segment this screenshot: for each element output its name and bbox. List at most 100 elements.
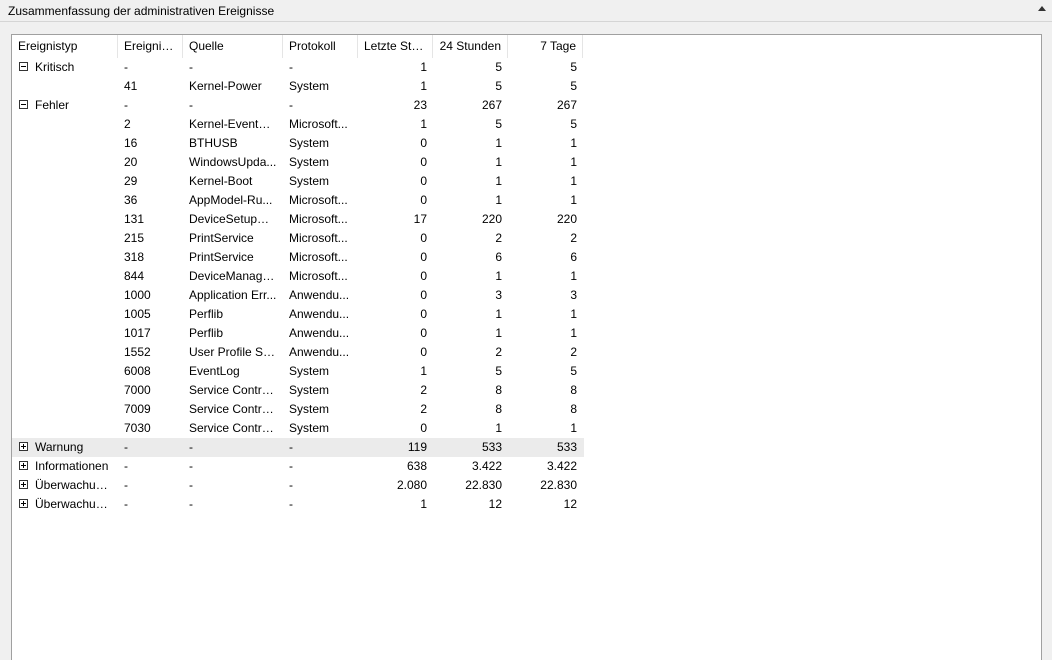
table-row[interactable]: 7000 Service Contro... System 2 8 8 bbox=[12, 381, 584, 400]
source-cell: AppModel-Ru... bbox=[189, 193, 273, 207]
event-type-cell bbox=[12, 248, 118, 267]
column-header-event-id[interactable]: Ereignis... bbox=[118, 35, 183, 58]
last-hour-cell: 119 bbox=[407, 440, 427, 454]
day-count-cell: 1 bbox=[495, 155, 502, 169]
event-summary-table: Ereignistyp Ereignis... Quelle Protokoll… bbox=[12, 35, 584, 514]
log-cell: System bbox=[289, 174, 330, 188]
day-count-cell: 267 bbox=[481, 98, 502, 112]
log-cell: System bbox=[289, 383, 330, 397]
table-row[interactable]: 6008 EventLog System 1 5 5 bbox=[12, 362, 584, 381]
event-id-cell: 844 bbox=[124, 269, 145, 283]
week-count-cell: 533 bbox=[556, 440, 577, 454]
table-row[interactable]: 7009 Service Contro... System 2 8 8 bbox=[12, 400, 584, 419]
source-cell: PrintService bbox=[189, 231, 254, 245]
chevron-up-icon[interactable] bbox=[1038, 6, 1046, 11]
source-cell: Kernel-Boot bbox=[189, 174, 253, 188]
week-count-cell: 12 bbox=[563, 497, 577, 511]
week-count-cell: 3.422 bbox=[546, 459, 577, 473]
table-row[interactable]: 7030 Service Contro... System 0 1 1 bbox=[12, 419, 584, 438]
table-group-row[interactable]: Fehler - - - 23 267 267 bbox=[12, 96, 584, 115]
table-group-row[interactable]: Überwachun... - - -1 12 12 bbox=[12, 495, 584, 514]
column-header-24-hours[interactable]: 24 Stunden bbox=[433, 35, 508, 58]
column-header-7-days[interactable]: 7 Tage bbox=[508, 35, 583, 58]
last-hour-cell: 638 bbox=[406, 459, 427, 473]
table-row[interactable]: 2 Kernel-EventTr... Microsoft... 1 5 5 bbox=[12, 115, 584, 134]
table-row[interactable]: 318 PrintService Microsoft... 0 6 6 bbox=[12, 248, 584, 267]
table-row[interactable]: 215 PrintService Microsoft... 0 2 2 bbox=[12, 229, 584, 248]
last-hour-cell: 1 bbox=[420, 364, 427, 378]
table-row[interactable]: 1000 Application Err... Anwendu... 0 3 3 bbox=[12, 286, 584, 305]
column-header-event-type[interactable]: Ereignistyp bbox=[12, 35, 118, 58]
last-hour-cell: 1 bbox=[420, 60, 427, 74]
day-count-cell: 8 bbox=[495, 383, 502, 397]
last-hour-cell: 2.080 bbox=[396, 478, 427, 492]
log-cell: System bbox=[289, 364, 330, 378]
table-row[interactable]: 131 DeviceSetupM... Microsoft... 17 220 220 bbox=[12, 210, 584, 229]
table-body: Kritisch - - - 1 5 5 41 Kernel-Power System 1 5 5 Feh… bbox=[12, 58, 584, 514]
event-id-cell: 215 bbox=[124, 231, 145, 245]
day-count-cell: 1 bbox=[495, 421, 502, 435]
last-hour-cell: 0 bbox=[420, 326, 427, 340]
last-hour-cell: 2 bbox=[420, 402, 427, 416]
last-hour-cell: 0 bbox=[420, 345, 427, 359]
week-count-cell: 1 bbox=[570, 136, 577, 150]
table-row[interactable]: 16 BTHUSB System 0 1 1 bbox=[12, 134, 584, 153]
day-count-cell: 1 bbox=[495, 326, 502, 340]
last-hour-cell: 0 bbox=[420, 231, 427, 245]
log-cell: Anwendu... bbox=[289, 345, 350, 359]
day-count-cell: 1 bbox=[495, 136, 502, 150]
table-group-row[interactable]: Warnung - - - 119 533 533 bbox=[12, 438, 584, 457]
table-group-row[interactable]: Überwachun... - - -2.080 22.830 22.830 bbox=[12, 476, 584, 495]
event-id-cell: 1017 bbox=[124, 326, 151, 340]
table-row[interactable]: 41 Kernel-Power System 1 5 5 bbox=[12, 77, 584, 96]
day-count-cell: 12 bbox=[488, 497, 502, 511]
log-cell: System bbox=[289, 155, 330, 169]
day-count-cell: 5 bbox=[495, 60, 502, 74]
log-cell: System bbox=[289, 402, 330, 416]
event-type-cell bbox=[12, 153, 118, 172]
table-row[interactable]: 1017 Perflib Anwendu... 0 1 1 bbox=[12, 324, 584, 343]
event-type-cell: Informationen bbox=[35, 459, 109, 473]
week-count-cell: 267 bbox=[556, 98, 577, 112]
column-header-source[interactable]: Quelle bbox=[183, 35, 283, 58]
event-id-cell: 20 bbox=[124, 155, 138, 169]
event-type-cell bbox=[12, 286, 118, 305]
table-group-row[interactable]: Kritisch - - - 1 5 5 bbox=[12, 58, 584, 77]
event-type-cell bbox=[12, 324, 118, 343]
event-type-cell bbox=[12, 305, 118, 324]
source-cell: Kernel-EventTr... bbox=[189, 117, 279, 131]
event-type-cell bbox=[12, 229, 118, 248]
table-row[interactable]: 36 AppModel-Ru... Microsoft... 0 1 1 bbox=[12, 191, 584, 210]
week-count-cell: 5 bbox=[570, 364, 577, 378]
source-cell: Service Contro... bbox=[189, 421, 279, 435]
week-count-cell: 5 bbox=[570, 117, 577, 131]
table-row[interactable]: 844 DeviceManage... Microsoft... 0 1 1 bbox=[12, 267, 584, 286]
log-cell: Microsoft... bbox=[289, 117, 348, 131]
column-header-log[interactable]: Protokoll bbox=[283, 35, 358, 58]
table-group-row[interactable]: Informationen - - - 638 3.422 3.422 bbox=[12, 457, 584, 476]
log-cell: Anwendu... bbox=[289, 307, 350, 321]
log-cell: - bbox=[289, 497, 293, 511]
panel-title-bar: Zusammenfassung der administrativen Erei… bbox=[0, 0, 1052, 22]
source-cell: WindowsUpda... bbox=[189, 155, 277, 169]
table-row[interactable]: 1005 Perflib Anwendu... 0 1 1 bbox=[12, 305, 584, 324]
source-cell: - bbox=[189, 98, 193, 112]
table-header: Ereignistyp Ereignis... Quelle Protokoll… bbox=[12, 35, 584, 58]
event-type-cell: Kritisch bbox=[35, 60, 75, 74]
event-id-cell: - bbox=[124, 440, 128, 454]
last-hour-cell: 0 bbox=[420, 193, 427, 207]
table-row[interactable]: 20 WindowsUpda... System 0 1 1 bbox=[12, 153, 584, 172]
event-type-cell bbox=[12, 191, 118, 210]
table-row[interactable]: 1552 User Profile Ser... Anwendu... 0 2 2 bbox=[12, 343, 584, 362]
event-id-cell: 131 bbox=[124, 212, 145, 226]
event-type-cell: Überwachun... bbox=[35, 497, 113, 511]
table-row[interactable]: 29 Kernel-Boot System 0 1 1 bbox=[12, 172, 584, 191]
source-cell: Service Contro... bbox=[189, 383, 279, 397]
source-cell: - bbox=[189, 478, 193, 492]
column-header-last-hour[interactable]: Letzte Stu... bbox=[358, 35, 433, 58]
event-type-cell: Warnung bbox=[35, 440, 84, 454]
last-hour-cell: 0 bbox=[420, 288, 427, 302]
log-cell: - bbox=[289, 478, 293, 492]
log-cell: - bbox=[289, 60, 293, 74]
week-count-cell: 1 bbox=[570, 155, 577, 169]
